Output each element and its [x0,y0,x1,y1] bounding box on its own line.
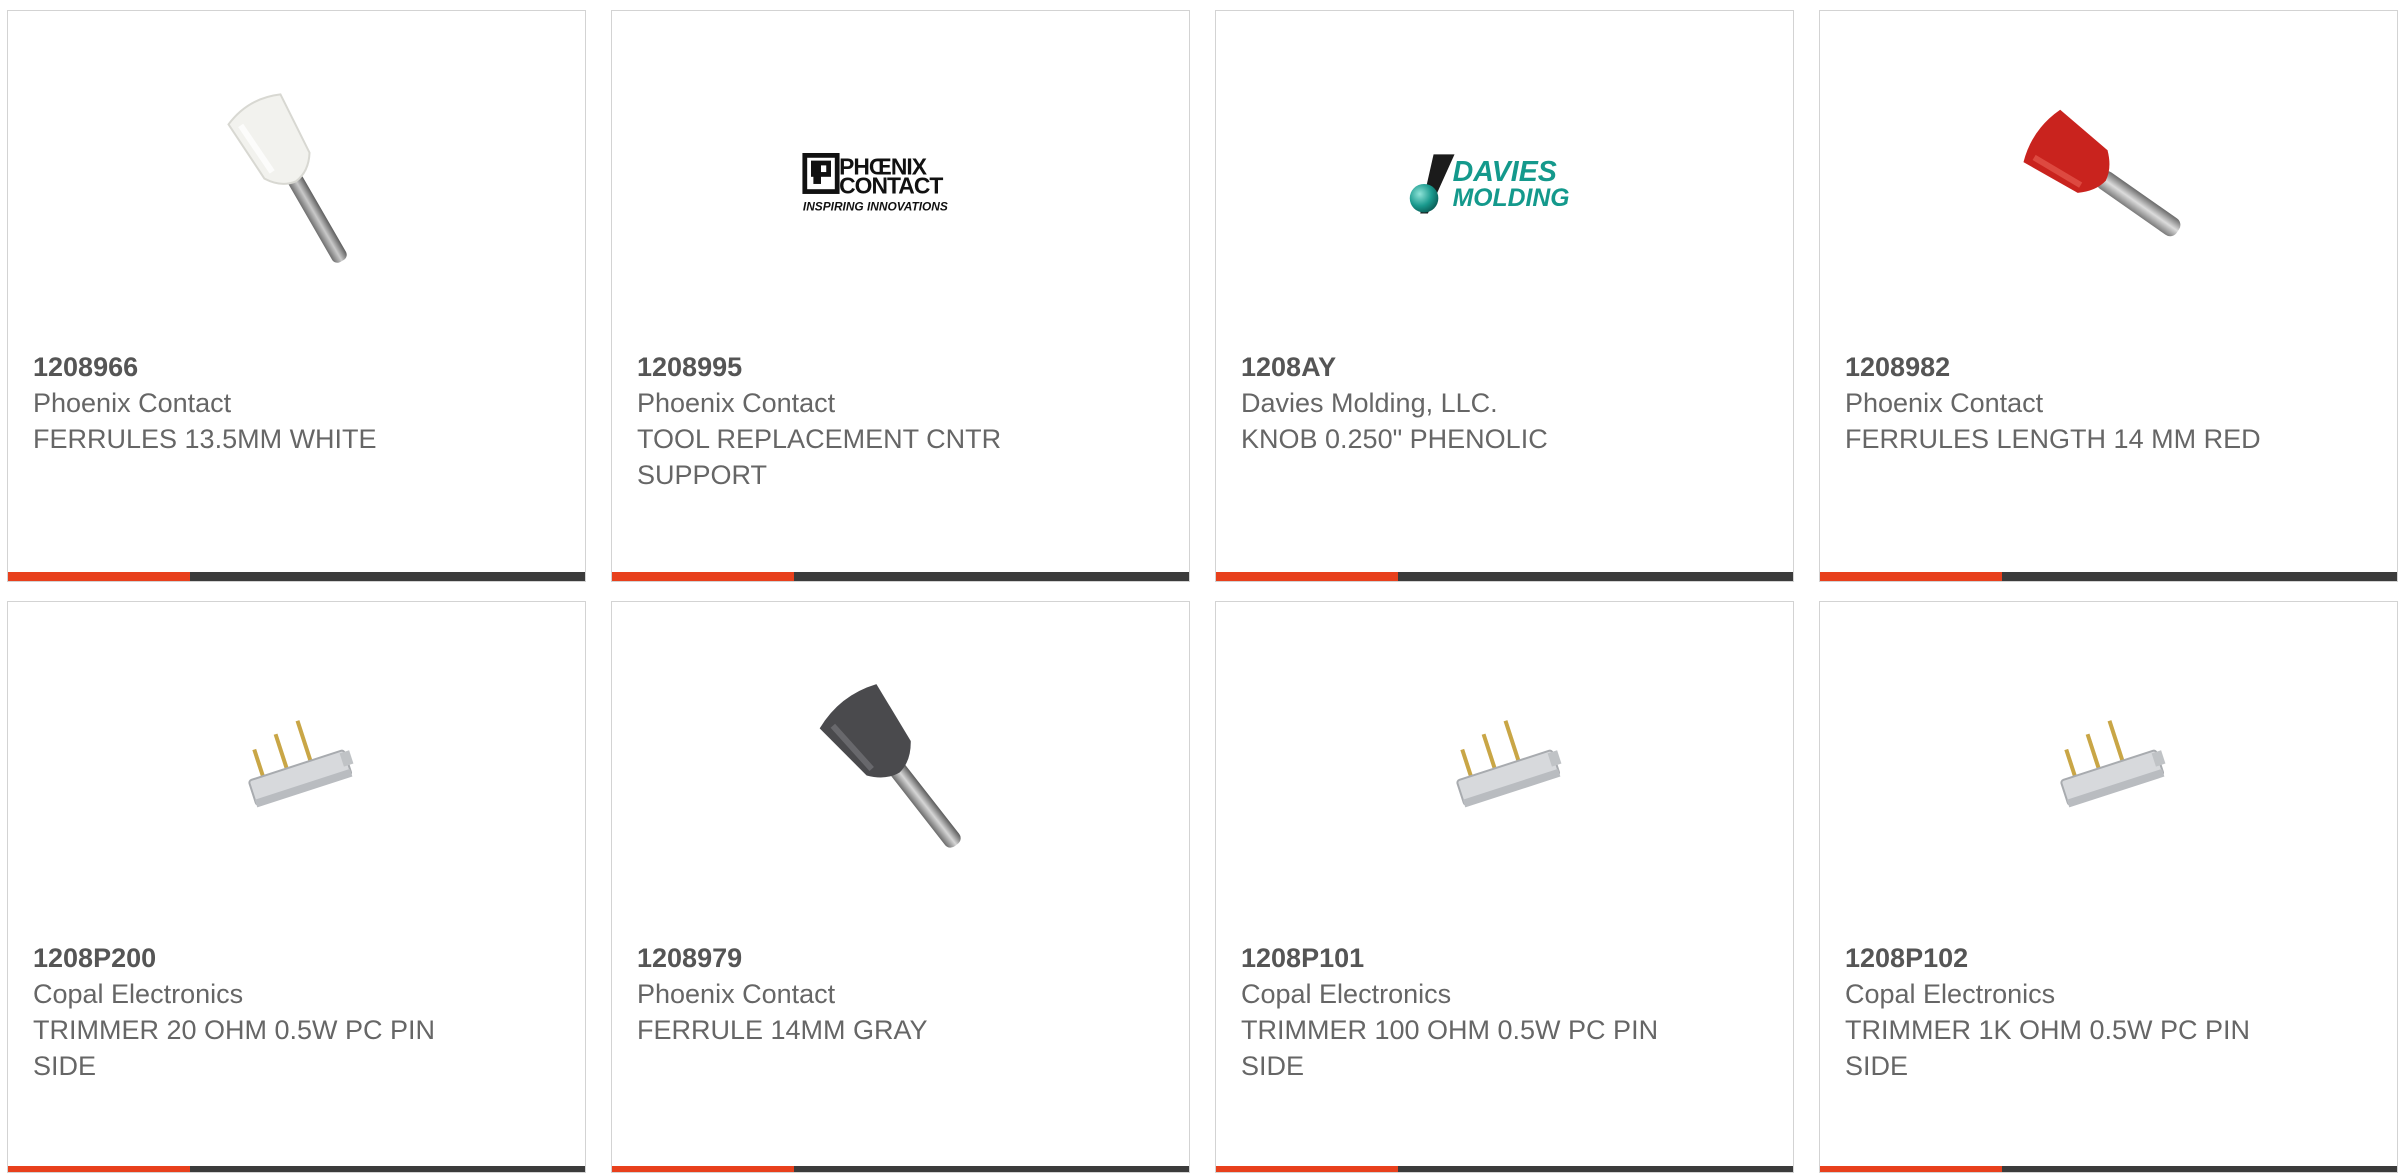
manufacturer: Phoenix Contact [637,979,836,1009]
product-details: 1208P200 Copal Electronics TRIMMER 20 OH… [33,940,485,1084]
description: KNOB 0.250" PHENOLIC [1241,424,1548,454]
card-footer-bar [8,572,585,581]
description: FERRULES LENGTH 14 MM RED [1845,424,2261,454]
product-card[interactable]: DAVIES MOLDING 1208AY Davies Molding, LL… [1215,10,1794,582]
description: FERRULE 14MM GRAY [637,1015,928,1045]
product-details: 1208982 Phoenix Contact FERRULES LENGTH … [1845,349,2297,457]
manufacturer: Copal Electronics [1241,979,1452,1009]
manufacturer: Copal Electronics [33,979,244,1009]
product-details: 1208AY Davies Molding, LLC. KNOB 0.250" … [1241,349,1693,457]
part-number[interactable]: 1208AY [1241,349,1693,385]
product-card[interactable]: 1208979 Phoenix Contact FERRULE 14MM GRA… [611,601,1190,1173]
product-details: 1208P102 Copal Electronics TRIMMER 1K OH… [1845,940,2297,1084]
product-card[interactable]: 1208982 Phoenix Contact FERRULES LENGTH … [1819,10,2398,582]
product-image-white-ferrule[interactable] [197,83,397,283]
logo-line2: CONTACT [839,172,943,198]
description: TRIMMER 20 OHM 0.5W PC PIN SIDE [33,1015,436,1081]
manufacturer: Davies Molding, LLC. [1241,388,1498,418]
card-footer-bar [1820,572,2397,581]
logo-line1: DAVIES [1452,156,1556,188]
description: TRIMMER 1K OHM 0.5W PC PIN SIDE [1845,1015,2251,1081]
product-details: 1208966 Phoenix Contact FERRULES 13.5MM … [33,349,485,457]
product-card[interactable]: 1208P101 Copal Electronics TRIMMER 100 O… [1215,601,1794,1173]
part-number[interactable]: 1208P200 [33,940,485,976]
product-details: 1208P101 Copal Electronics TRIMMER 100 O… [1241,940,1693,1084]
logo-tagline: INSPIRING INNOVATIONS [802,200,947,214]
card-footer-bar [1216,572,1793,581]
part-number[interactable]: 1208966 [33,349,485,385]
manufacturer: Copal Electronics [1845,979,2056,1009]
product-card[interactable]: PHŒNIX CONTACT INSPIRING INNOVATIONS 120… [611,10,1190,582]
part-number[interactable]: 1208P101 [1241,940,1693,976]
manufacturer: Phoenix Contact [637,388,836,418]
product-details: 1208979 Phoenix Contact FERRULE 14MM GRA… [637,940,1089,1048]
manufacturer: Phoenix Contact [1845,388,2044,418]
phoenix-contact-logo[interactable]: PHŒNIX CONTACT INSPIRING INNOVATIONS [801,83,1001,283]
product-card[interactable]: 1208P102 Copal Electronics TRIMMER 1K OH… [1819,601,2398,1173]
manufacturer: Phoenix Contact [33,388,232,418]
product-grid: 1208966 Phoenix Contact FERRULES 13.5MM … [7,10,2398,1173]
part-number[interactable]: 1208979 [637,940,1089,976]
card-footer-bar [612,572,1189,581]
product-image-trimmer[interactable] [1405,674,1605,874]
description: TRIMMER 100 OHM 0.5W PC PIN SIDE [1241,1015,1659,1081]
description: FERRULES 13.5MM WHITE [33,424,377,454]
product-image-red-ferrule[interactable] [2009,83,2209,283]
part-number[interactable]: 1208995 [637,349,1089,385]
part-number[interactable]: 1208P102 [1845,940,2297,976]
product-image-trimmer[interactable] [2009,674,2209,874]
logo-line2: MOLDING [1452,185,1569,212]
product-image-gray-ferrule[interactable] [801,674,1001,874]
davies-molding-logo[interactable]: DAVIES MOLDING [1405,83,1605,283]
product-card[interactable]: 1208P200 Copal Electronics TRIMMER 20 OH… [7,601,586,1173]
product-image-trimmer[interactable] [197,674,397,874]
product-card[interactable]: 1208966 Phoenix Contact FERRULES 13.5MM … [7,10,586,582]
part-number[interactable]: 1208982 [1845,349,2297,385]
product-details: 1208995 Phoenix Contact TOOL REPLACEMENT… [637,349,1089,493]
description: TOOL REPLACEMENT CNTR SUPPORT [637,424,1002,490]
